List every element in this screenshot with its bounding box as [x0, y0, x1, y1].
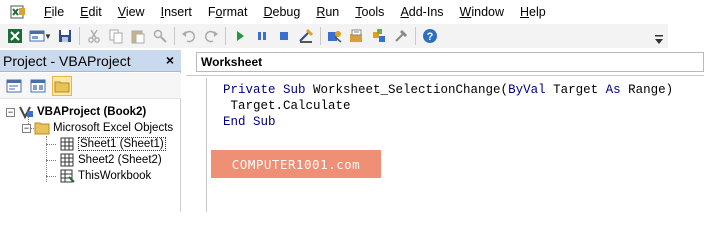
- tree-connector: [46, 176, 56, 177]
- copy-icon[interactable]: [105, 25, 127, 47]
- paste-icon[interactable]: [127, 25, 149, 47]
- object-browser-icon[interactable]: [368, 25, 390, 47]
- menu-add-ins[interactable]: Add-Ins: [392, 0, 451, 24]
- standard-toolbar: ▼ ?: [0, 24, 668, 48]
- view-code-icon[interactable]: [4, 76, 24, 96]
- tree-item-vbaproject[interactable]: − VBAProject (Book2): [6, 104, 146, 120]
- reset-icon[interactable]: [273, 25, 295, 47]
- project-explorer-panel: Project - VBAProject × − VBAProject (Boo…: [0, 50, 181, 212]
- code-line-2: Target.Calculate: [223, 99, 351, 113]
- project-title-text: Project - VBAProject: [3, 52, 131, 69]
- save-icon[interactable]: [54, 25, 76, 47]
- tree-label-sheet2: Sheet2 (Sheet2): [78, 154, 162, 166]
- redo-icon[interactable]: [200, 25, 222, 47]
- menu-run[interactable]: Run: [308, 0, 347, 24]
- excel-vba-icon[interactable]: [10, 4, 26, 20]
- cut-icon[interactable]: [83, 25, 105, 47]
- tree-item-thisworkbook[interactable]: ThisWorkbook: [56, 168, 151, 184]
- object-dropdown-value: Worksheet: [201, 55, 263, 69]
- collapse-icon[interactable]: −: [6, 107, 15, 117]
- tree-label-thisworkbook: ThisWorkbook: [78, 170, 152, 182]
- svg-text:?: ?: [427, 31, 434, 43]
- toolbar-separator: [414, 27, 416, 45]
- tree-item-sheet2[interactable]: Sheet2 (Sheet2): [56, 152, 162, 168]
- chevron-down-icon[interactable]: ▼: [44, 32, 52, 41]
- watermark-banner: COMPUTER1001.com: [211, 150, 381, 178]
- close-icon[interactable]: ×: [162, 52, 178, 68]
- undo-icon[interactable]: [178, 25, 200, 47]
- tree-item-sheet1[interactable]: Sheet1 (Sheet1): [56, 136, 166, 152]
- workbook-icon: [59, 169, 75, 183]
- menu-window[interactable]: Window: [452, 0, 512, 24]
- toolbar-options-icon[interactable]: [650, 24, 668, 48]
- menu-tools[interactable]: Tools: [347, 0, 392, 24]
- toolbar-separator: [78, 27, 80, 45]
- menu-edit[interactable]: Edit: [72, 0, 110, 24]
- code-line-1: Private Sub Worksheet_SelectionChange(By…: [223, 83, 674, 97]
- menu-insert[interactable]: Insert: [153, 0, 200, 24]
- excel-view-icon[interactable]: [4, 25, 26, 47]
- menu-format[interactable]: Format: [200, 0, 256, 24]
- tree-connector: [46, 160, 56, 161]
- help-icon[interactable]: ?: [419, 25, 441, 47]
- code-divider: [186, 75, 704, 76]
- project-panel-title: Project - VBAProject ×: [0, 50, 181, 72]
- worksheet-icon: [59, 137, 75, 151]
- vba-project-icon: [18, 105, 34, 119]
- tree-connector: [46, 144, 56, 145]
- toolbox-icon[interactable]: [390, 25, 412, 47]
- menu-help[interactable]: Help: [512, 0, 554, 24]
- toggle-folders-icon[interactable]: [52, 75, 72, 96]
- find-icon[interactable]: [149, 25, 171, 47]
- code-editor[interactable]: Private Sub Worksheet_SelectionChange(By…: [206, 78, 704, 212]
- collapse-icon[interactable]: −: [22, 123, 31, 133]
- code-window: Worksheet Private Sub Worksheet_Selectio…: [186, 50, 704, 212]
- tree-label-folder: Microsoft Excel Objects: [53, 122, 174, 134]
- project-panel-toolbar: [0, 73, 181, 99]
- menu-file[interactable]: File: [36, 0, 72, 24]
- run-icon[interactable]: [229, 25, 251, 47]
- toolbar-separator: [173, 27, 175, 45]
- tree-label-sheet1: Sheet1 (Sheet1): [78, 137, 166, 151]
- worksheet-icon: [59, 153, 75, 167]
- break-icon[interactable]: [251, 25, 273, 47]
- menu-view[interactable]: View: [110, 0, 153, 24]
- toolbar-separator: [224, 27, 226, 45]
- menu-bar: File Edit View Insert Format Debug Run T…: [0, 0, 704, 24]
- toolbar-separator: [319, 27, 321, 45]
- view-object-icon[interactable]: [28, 76, 48, 96]
- design-mode-icon[interactable]: [295, 25, 317, 47]
- object-dropdown[interactable]: Worksheet: [196, 52, 704, 72]
- menu-debug[interactable]: Debug: [255, 0, 308, 24]
- code-line-3: End Sub: [223, 115, 276, 129]
- tree-item-excel-objects[interactable]: − Microsoft Excel Objects: [22, 120, 173, 136]
- project-explorer-icon[interactable]: [324, 25, 346, 47]
- tree-label-root: VBAProject (Book2): [37, 106, 147, 118]
- properties-icon[interactable]: [346, 25, 368, 47]
- folder-icon: [34, 121, 50, 135]
